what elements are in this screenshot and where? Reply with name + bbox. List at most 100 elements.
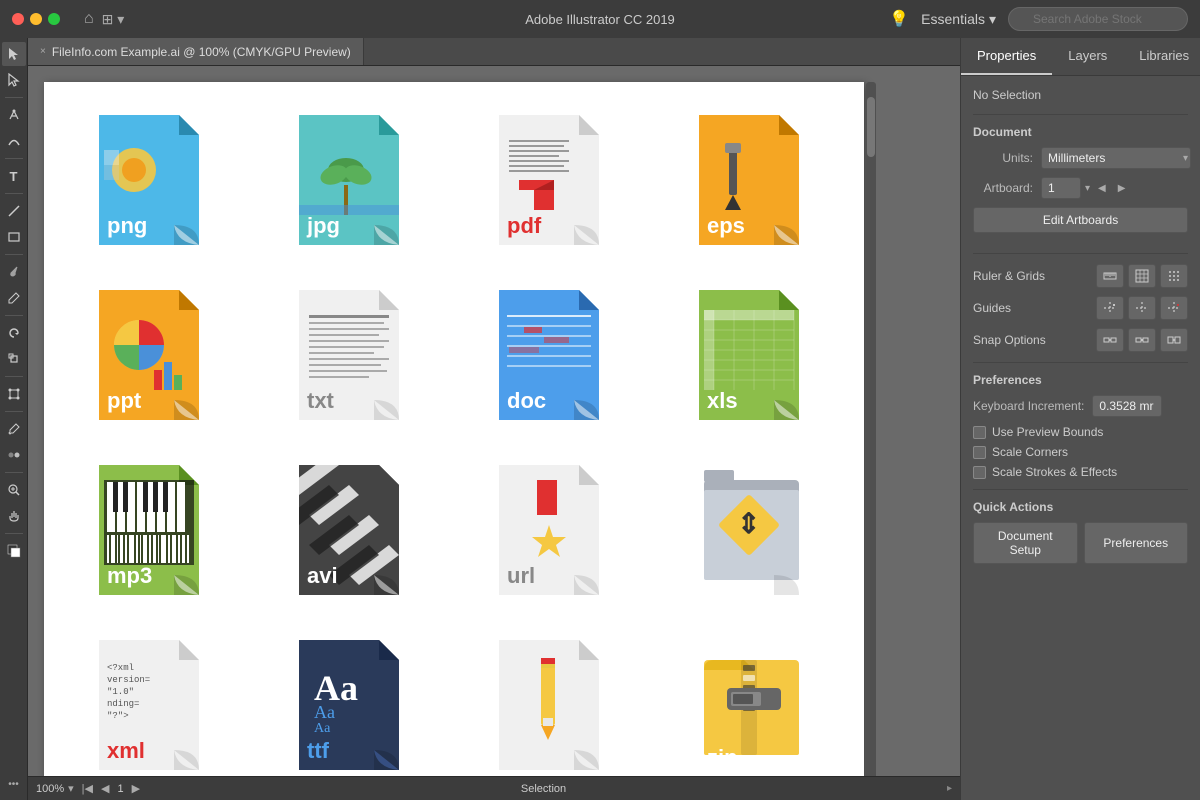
ruler-icon-btn[interactable] (1096, 264, 1124, 288)
document-tab[interactable]: × FileInfo.com Example.ai @ 100% (CMYK/G… (28, 38, 364, 65)
divider-2 (973, 253, 1188, 254)
snap-icon-btn-3[interactable] (1160, 328, 1188, 352)
svg-text:jpg: jpg (306, 213, 340, 238)
snap-icon-btn-1[interactable] (1096, 328, 1124, 352)
grid-icon-btn[interactable] (1128, 264, 1156, 288)
pen-tool-button[interactable] (2, 103, 26, 127)
ruler-grids-icons (1096, 264, 1188, 288)
rectangle-tool-button[interactable] (2, 225, 26, 249)
ai-file-icon (499, 640, 609, 770)
blend-tool-button[interactable] (2, 443, 26, 467)
line-tool-button[interactable] (2, 199, 26, 223)
more-tools-button[interactable]: ••• (2, 772, 26, 796)
document-setup-button[interactable]: Document Setup (973, 522, 1078, 564)
rotate-tool-button[interactable] (2, 321, 26, 345)
svg-text:version=: version= (107, 675, 150, 685)
canvas-scroll[interactable]: png (28, 66, 960, 776)
preferences-button[interactable]: Preferences (1084, 522, 1189, 564)
use-preview-bounds-row: Use Preview Bounds (973, 425, 1188, 439)
png-icon-cell: png (56, 94, 252, 265)
artboard-number: 1 (117, 783, 123, 795)
tab-properties-label: Properties (977, 48, 1036, 63)
units-select[interactable]: Millimeters Pixels Inches Centimeters Po… (1041, 147, 1191, 169)
pencil-tool-button[interactable] (2, 286, 26, 310)
maximize-window-button[interactable] (48, 13, 60, 25)
canvas-scrollbar[interactable] (866, 82, 876, 776)
zoom-control[interactable]: 100% ▾ (36, 782, 74, 795)
nav-prev-btn[interactable]: ◀ (101, 782, 109, 795)
close-window-button[interactable] (12, 13, 24, 25)
tool-separator-9 (5, 533, 23, 534)
free-transform-tool-button[interactable] (2, 382, 26, 406)
svg-text:xls: xls (707, 388, 738, 413)
status-bar: 100% ▾ |◀ ◀ 1 ▶ Selection ▸ (28, 776, 960, 800)
eps-icon-cell: eps (656, 94, 852, 265)
zoom-value: 100% (36, 783, 64, 795)
essentials-button[interactable]: Essentials ▾ (921, 11, 996, 28)
selection-mode: Selection (148, 783, 939, 795)
tab-layers-label: Layers (1068, 48, 1107, 63)
icons-grid: png (44, 82, 864, 776)
nav-first-btn[interactable]: |◀ (82, 782, 93, 795)
divider-3 (973, 362, 1188, 363)
curvature-tool-button[interactable] (2, 129, 26, 153)
dotgrid-icon-btn[interactable] (1160, 264, 1188, 288)
document-tabs: × FileInfo.com Example.ai @ 100% (CMYK/G… (28, 38, 960, 66)
url-file-icon: url (499, 465, 609, 595)
guide-clear-icon-btn[interactable] (1160, 296, 1188, 320)
snap-icon-btn-2[interactable] (1128, 328, 1156, 352)
type-tool-button[interactable]: T (2, 164, 26, 188)
selection-tool-button[interactable] (2, 42, 26, 66)
minimize-window-button[interactable] (30, 13, 42, 25)
traffic-lights (12, 13, 60, 25)
right-panel: Properties Layers Libraries No Selection… (960, 38, 1200, 800)
snap-options-label: Snap Options (973, 333, 1088, 347)
nav-next-btn[interactable]: ▶ (132, 782, 140, 795)
guides-label: Guides (973, 301, 1088, 315)
pdf-file-icon: pdf (499, 115, 609, 245)
scale-corners-checkbox[interactable] (973, 446, 986, 459)
zoom-tool-button[interactable] (2, 478, 26, 502)
search-wrap: 🔍 (1008, 7, 1188, 31)
artboard-next-arrow[interactable]: ▶ (1114, 181, 1130, 196)
artboard-prev-arrow[interactable]: ◀ (1094, 181, 1110, 196)
grid-icon[interactable]: ⊞ ▾ (102, 11, 125, 28)
search-input[interactable] (1008, 7, 1188, 31)
scrollbar-thumb[interactable] (867, 97, 875, 157)
guide-add-icon-btn[interactable] (1096, 296, 1124, 320)
jpg-file-icon: jpg (299, 115, 409, 245)
paintbrush-tool-button[interactable] (2, 260, 26, 284)
svg-text:url: url (507, 563, 535, 588)
ai-icon-cell (456, 619, 652, 776)
fill-color-button[interactable] (2, 539, 26, 563)
artboard-dropdown-icon[interactable]: ▾ (1085, 183, 1090, 194)
tab-layers[interactable]: Layers (1052, 38, 1123, 75)
status-right-icons: ▸ (947, 783, 952, 794)
txt-file-icon: txt (299, 290, 409, 420)
scale-tool-button[interactable] (2, 347, 26, 371)
doc-tab-close[interactable]: × (40, 46, 46, 57)
svg-text:doc: doc (507, 388, 546, 413)
guide-edit-icon-btn[interactable] (1128, 296, 1156, 320)
zoom-dropdown-icon[interactable]: ▾ (68, 782, 74, 795)
keyboard-increment-value: 0.3528 mr (1092, 395, 1162, 417)
tab-properties[interactable]: Properties (961, 38, 1052, 75)
divider-1 (973, 114, 1188, 115)
artboard-input[interactable] (1041, 177, 1081, 199)
scale-strokes-label: Scale Strokes & Effects (992, 465, 1117, 479)
use-preview-bounds-checkbox[interactable] (973, 426, 986, 439)
hand-tool-button[interactable] (2, 504, 26, 528)
scale-strokes-checkbox[interactable] (973, 466, 986, 479)
eyedropper-tool-button[interactable] (2, 417, 26, 441)
tool-separator-3 (5, 193, 23, 194)
home-icon[interactable]: ⌂ (84, 10, 94, 28)
avi-icon-cell: avi (256, 444, 452, 615)
zip-file-icon: zip (699, 640, 809, 770)
svg-text:eps: eps (707, 213, 745, 238)
svg-text:ttf: ttf (307, 738, 330, 763)
edit-artboards-button[interactable]: Edit Artboards (973, 207, 1188, 233)
lightbulb-icon[interactable]: 💡 (889, 9, 909, 29)
direct-selection-tool-button[interactable] (2, 68, 26, 92)
ttf-icon-cell: Aa Aa Aa ttf (256, 619, 452, 776)
tab-libraries[interactable]: Libraries (1123, 38, 1200, 75)
